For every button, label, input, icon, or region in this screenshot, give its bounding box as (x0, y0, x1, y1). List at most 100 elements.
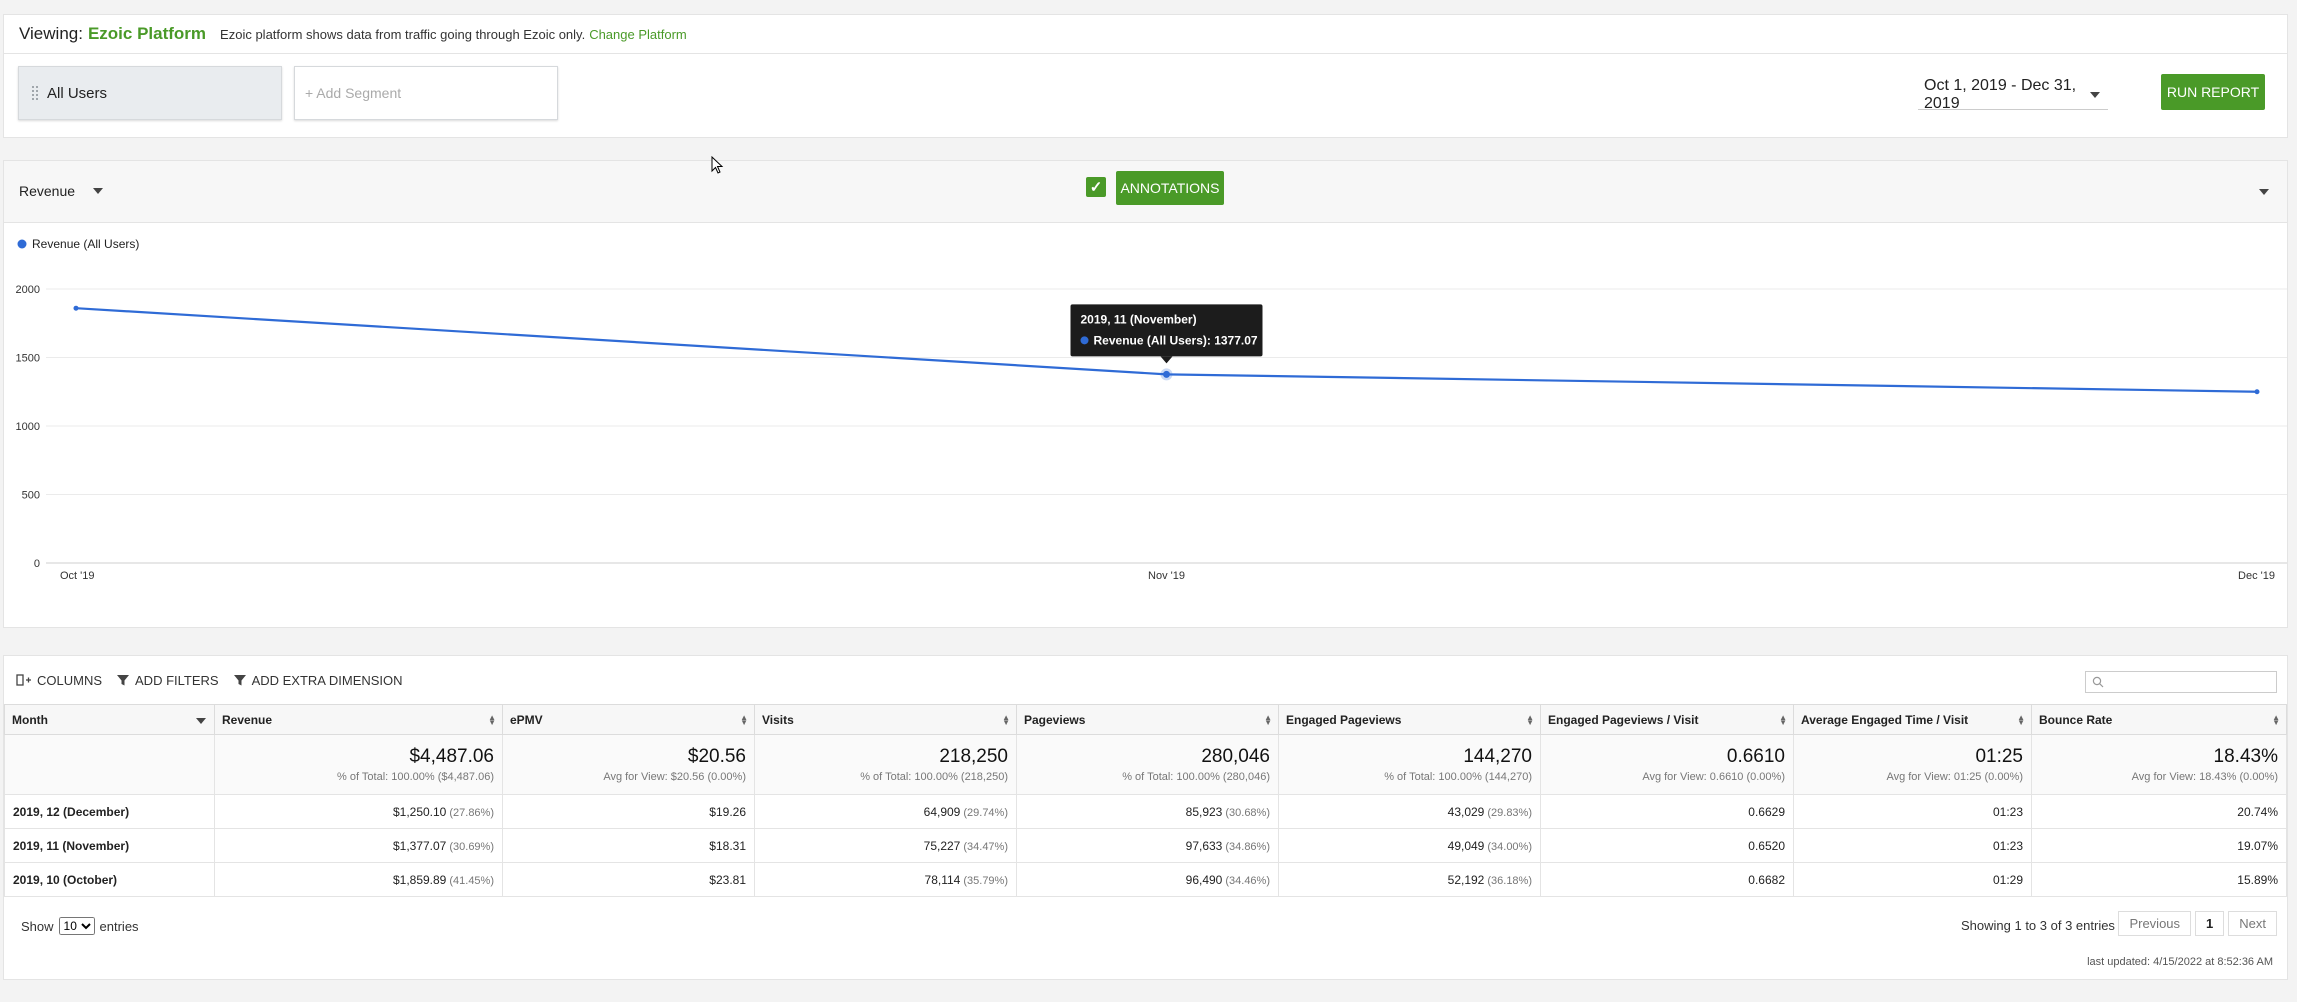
chart-header: Revenue ✓ ANNOTATIONS (4, 161, 2287, 223)
total-value: 280,046 (1201, 746, 1270, 767)
y-tick-label: 500 (22, 490, 40, 502)
column-header-engaged-pageviews[interactable]: Engaged Pageviews ▲ ▼ (1278, 704, 1541, 735)
add-dimension-label: ADD EXTRA DIMENSION (251, 672, 403, 688)
column-header-label: Average Engaged Time / Visit (1801, 712, 1969, 727)
add-dimension-button[interactable]: ADD EXTRA DIMENSION (233, 673, 403, 688)
report-table: Month Revenue ▲ ▼ ePMV ▲ ▼ Visits ▲ ▼ Pageview… (4, 704, 2287, 897)
date-range-picker[interactable]: Oct 1, 2019 - Dec 31, 2019 (1918, 76, 2108, 112)
segment-all-users[interactable]: All Users (18, 66, 282, 120)
run-report-button[interactable]: RUN REPORT (2161, 74, 2265, 110)
cell-avg-engaged-time: 01:29 (1793, 862, 2032, 897)
sort-icon: ▲ ▼ (488, 713, 496, 727)
sort-icon: ▲ ▼ (1779, 713, 1787, 727)
legend-swatch (17, 239, 27, 249)
metric-select[interactable]: Revenue (19, 183, 104, 199)
tooltip-title: 2019, 11 (November) (1081, 312, 1197, 326)
totals-cell: 18.43% Avg for View: 18.43% (0.00%) (2031, 734, 2287, 795)
total-value: 18.43% (2213, 746, 2278, 767)
total-subtext: Avg for View: 0.6610 (0.00%) (1642, 771, 1785, 783)
columns-label: COLUMNS (37, 672, 103, 688)
cell-engaged-per-visit: 0.6629 (1540, 794, 1794, 829)
change-platform-link[interactable]: Change Platform (589, 27, 687, 42)
total-value: 144,270 (1463, 746, 1532, 767)
cell-revenue: $1,377.07 (30.69%) (214, 828, 503, 863)
column-header-avg-engaged-time[interactable]: Average Engaged Time / Visit ▲ ▼ (1793, 704, 2032, 735)
column-header-epmv[interactable]: ePMV ▲ ▼ (502, 704, 755, 735)
cell-percent: (34.47%) (963, 840, 1008, 853)
cell-percent: (34.00%) (1487, 840, 1532, 853)
segment-label: All Users (47, 84, 108, 102)
cell-percent: (29.74%) (963, 806, 1008, 819)
cell-value: $1,859.89 (392, 872, 447, 887)
cell-percent: (35.79%) (963, 874, 1008, 887)
column-header-visits[interactable]: Visits ▲ ▼ (754, 704, 1017, 735)
cell-value: 96,490 (1185, 872, 1223, 887)
cell-avg-engaged-time: 01:23 (1793, 828, 2032, 863)
totals-cell: 218,250 % of Total: 100.00% (218,250) (754, 734, 1017, 795)
table-info: Showing 1 to 3 of 3 entries (1961, 918, 2115, 933)
cell-percent: (27.86%) (449, 806, 494, 819)
column-header-pageviews[interactable]: Pageviews ▲ ▼ (1016, 704, 1279, 735)
platform-bar: Viewing: Ezoic Platform Ezoic platform s… (3, 14, 2288, 54)
chevron-down-icon (93, 188, 104, 194)
previous-page-button[interactable]: Previous (2118, 911, 2192, 936)
page-length-select[interactable]: 10 (58, 917, 95, 935)
drag-handle-icon[interactable] (31, 85, 39, 101)
column-header-bounce-rate[interactable]: Bounce Rate ▲ ▼ (2031, 704, 2287, 735)
date-range-value: Oct 1, 2019 - Dec 31, 2019 (1924, 76, 2077, 112)
sort-icon: ▲ ▼ (1002, 713, 1010, 727)
sort-icon: ▲ ▼ (2017, 713, 2025, 727)
cell-epmv: $19.26 (502, 794, 755, 829)
add-segment-button[interactable]: + Add Segment (294, 66, 558, 120)
column-header-engaged-pageviews-per-visit[interactable]: Engaged Pageviews / Visit ▲ ▼ (1540, 704, 1794, 735)
sort-icon: ▲ ▼ (1264, 713, 1272, 727)
column-header-label: Pageviews (1024, 712, 1086, 727)
cell-epmv: $18.31 (502, 828, 755, 863)
cell-avg-engaged-time: 01:23 (1793, 794, 2032, 829)
cell-engaged-per-visit: 0.6520 (1540, 828, 1794, 863)
add-filters-label: ADD FILTERS (135, 672, 219, 688)
total-value: 01:25 (1975, 746, 2023, 767)
cell-epmv: $23.81 (502, 862, 755, 897)
data-point (1163, 370, 1170, 378)
cell-percent: (30.68%) (1225, 806, 1270, 819)
table-row: 2019, 12 (December) $1,250.10 (27.86%) $1… (4, 794, 2287, 829)
sort-icon: ▲ ▼ (2272, 713, 2280, 727)
annotations-button[interactable]: ANNOTATIONS (1116, 171, 1224, 205)
pagination: Previous 1 Next (2114, 911, 2277, 936)
totals-cell: 01:25 Avg for View: 01:25 (0.00%) (1793, 734, 2032, 795)
tooltip-swatch (1080, 336, 1089, 345)
cell-percent: (29.83%) (1487, 806, 1532, 819)
page-button-1[interactable]: 1 (2195, 911, 2225, 936)
collapse-chart-icon[interactable] (2259, 189, 2269, 195)
cell-visits: 64,909 (29.74%) (754, 794, 1017, 829)
table-search-input[interactable] (2085, 671, 2277, 693)
column-header-revenue[interactable]: Revenue ▲ ▼ (214, 704, 503, 735)
cell-percent: (30.69%) (449, 840, 494, 853)
next-page-button[interactable]: Next (2228, 911, 2277, 936)
y-tick-label: 1000 (16, 421, 40, 433)
cell-visits: 78,114 (35.79%) (754, 862, 1017, 897)
cell-pageviews: 96,490 (34.46%) (1016, 862, 1279, 897)
column-header-label: Engaged Pageviews / Visit (1548, 712, 1699, 727)
columns-icon (16, 674, 31, 686)
y-tick-label: 0 (34, 558, 40, 570)
viewing-label: Viewing: (19, 24, 83, 43)
cell-value: 49,049 (1447, 838, 1485, 853)
columns-button[interactable]: COLUMNS (16, 673, 102, 688)
segment-bar: All Users + Add Segment Oct 1, 2019 - De… (3, 53, 2288, 138)
table-footer: Show 10 entries Showing 1 to 3 of 3 entr… (4, 897, 2287, 949)
totals-row: $4,487.06 % of Total: 100.00% ($4,487.06)… (4, 734, 2287, 795)
cell-percent: (41.45%) (449, 874, 494, 887)
page-length-control: Show 10 entries (21, 917, 139, 935)
cell-percent: (34.86%) (1225, 840, 1270, 853)
column-header-month[interactable]: Month (4, 704, 215, 735)
tooltip-arrow (1160, 356, 1173, 364)
table-toolbar: COLUMNS ADD FILTERS ADD EXTRA DIMENSION (4, 656, 2287, 704)
total-subtext: Avg for View: 01:25 (0.00%) (1886, 771, 2023, 783)
total-subtext: Avg for View: $20.56 (0.00%) (603, 771, 746, 783)
add-filters-button[interactable]: ADD FILTERS (116, 673, 219, 688)
annotations-checkbox[interactable]: ✓ (1086, 177, 1106, 197)
cell-pageviews: 85,923 (30.68%) (1016, 794, 1279, 829)
cell-pageviews: 97,633 (34.86%) (1016, 828, 1279, 863)
